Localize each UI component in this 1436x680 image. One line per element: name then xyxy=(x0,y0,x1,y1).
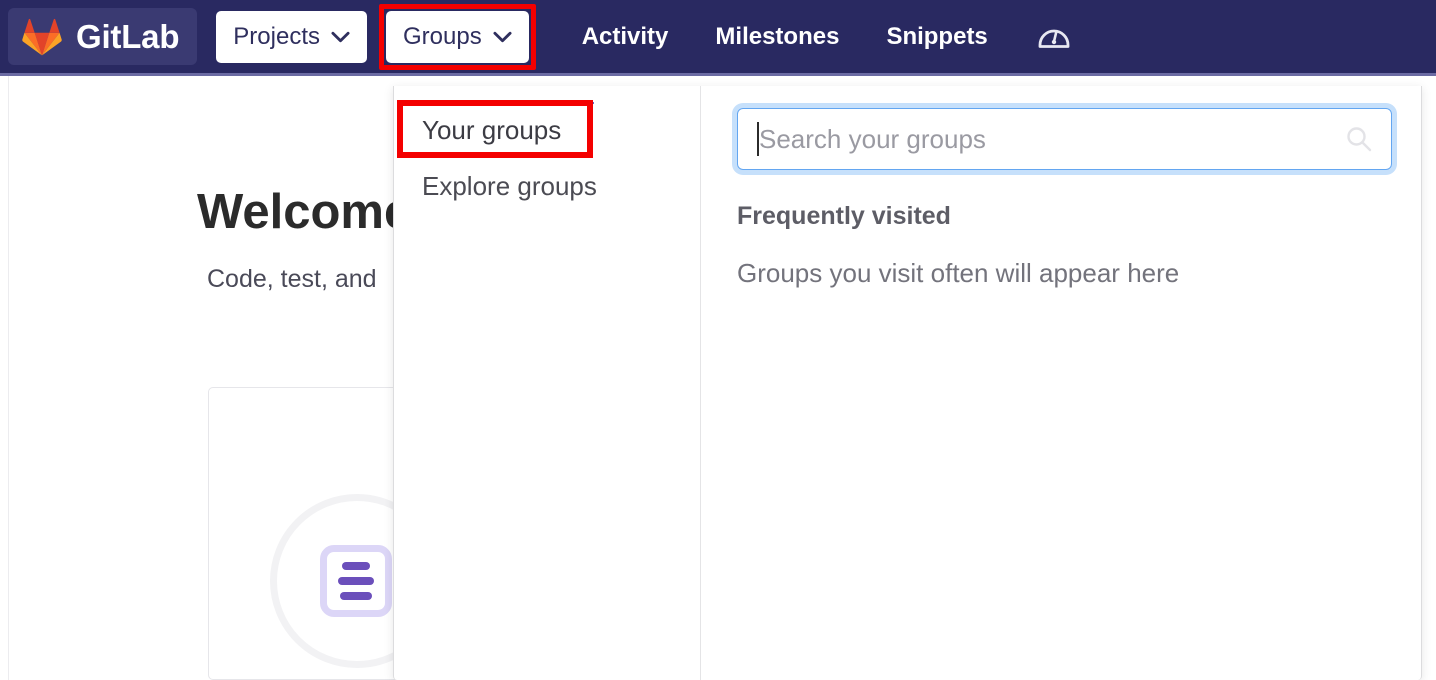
search-groups-field-wrapper xyxy=(737,108,1392,170)
document-lines-icon xyxy=(320,545,392,617)
document-line-2 xyxy=(338,577,374,585)
nav-link-snippets[interactable]: Snippets xyxy=(886,24,987,49)
projects-dropdown-label: Projects xyxy=(233,22,320,50)
search-groups-input[interactable] xyxy=(737,108,1392,170)
gitlab-wordmark: GitLab xyxy=(76,18,180,55)
page-title: Welcome xyxy=(197,185,412,239)
groups-dropdown-label: Groups xyxy=(403,22,482,50)
frequently-visited-heading: Frequently visited xyxy=(737,202,951,230)
nav-link-milestones[interactable]: Milestones xyxy=(715,24,839,49)
gitlab-home-button[interactable]: GitLab xyxy=(8,8,198,65)
page-subtitle: Code, test, and xyxy=(207,265,377,293)
navbar-underline xyxy=(0,73,1436,76)
chevron-down-icon xyxy=(331,31,350,43)
gitlab-tanuki-icon xyxy=(22,18,62,56)
dropdown-item-your-groups[interactable]: Your groups xyxy=(394,100,700,158)
gauge-icon-button[interactable] xyxy=(1032,15,1076,59)
groups-dropdown-wrapper: Groups xyxy=(367,3,536,70)
document-line-3 xyxy=(340,592,372,600)
dropdown-item-your-groups-label: Your groups xyxy=(422,115,562,145)
projects-dropdown-button[interactable]: Projects xyxy=(216,10,367,63)
page-container-left-edge xyxy=(8,76,9,680)
groups-dropdown-button[interactable]: Groups xyxy=(386,10,529,63)
dropdown-item-explore-groups[interactable]: Explore groups xyxy=(394,158,700,214)
groups-dropdown-panel: Your groups Explore groups Frequently vi… xyxy=(393,86,1422,680)
groups-dropdown-content-column: Frequently visited Groups you visit ofte… xyxy=(701,86,1422,680)
gauge-icon xyxy=(1034,14,1074,59)
text-caret xyxy=(757,122,759,156)
projects-dropdown-wrapper: Projects xyxy=(197,10,367,63)
gitlab-app-window: GitLab Projects Groups Activity Mileston… xyxy=(0,0,1436,680)
document-line-1 xyxy=(342,562,370,570)
top-navbar: GitLab Projects Groups Activity Mileston… xyxy=(0,0,1436,73)
chevron-down-icon xyxy=(493,31,512,43)
nav-link-activity[interactable]: Activity xyxy=(582,24,669,49)
frequently-visited-empty-message: Groups you visit often will appear here xyxy=(737,258,1180,288)
dropdown-item-explore-groups-label: Explore groups xyxy=(422,171,597,201)
groups-dropdown-nav-column: Your groups Explore groups xyxy=(394,86,701,680)
